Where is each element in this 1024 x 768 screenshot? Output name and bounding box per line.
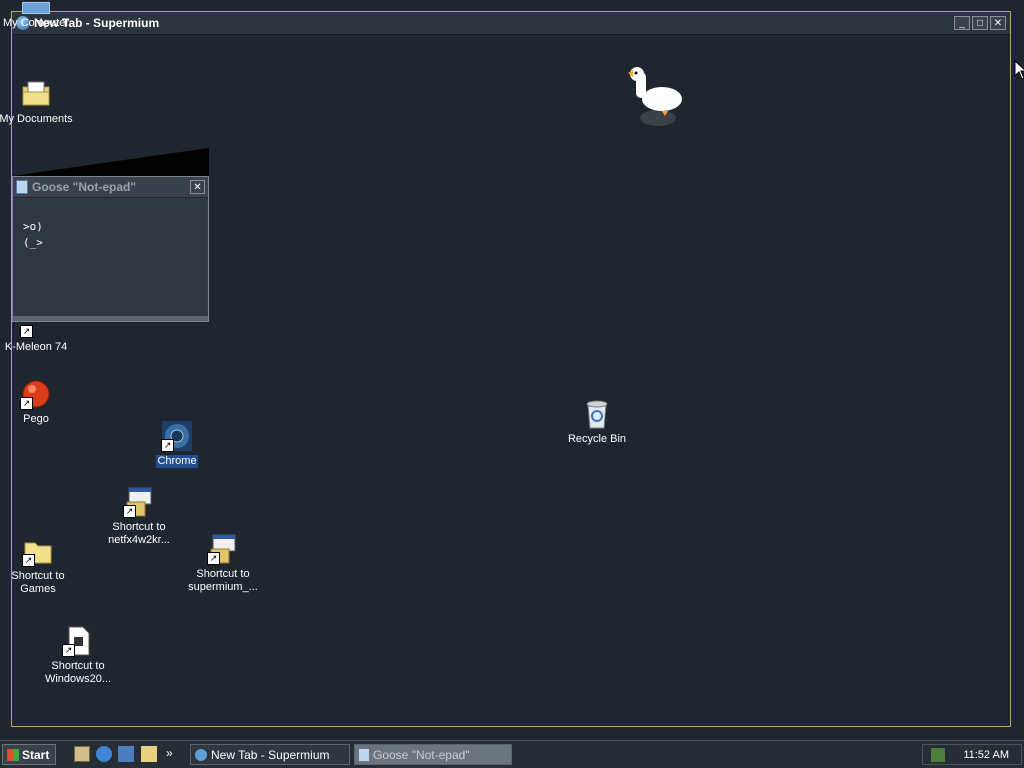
desktop-icon-my-computer[interactable]: My Computer [0,2,76,30]
installer-icon: ↗ [207,533,239,565]
desktop-icon-pego[interactable]: ↗ Pego [0,378,76,426]
quicklaunch-ie-icon[interactable] [96,746,112,762]
quicklaunch-outlook-icon[interactable] [118,746,134,762]
shortcut-arrow-icon: ↗ [123,505,136,518]
notepad-icon [359,748,369,761]
quicklaunch-explorer-icon[interactable] [141,746,157,762]
recycle-bin-icon [581,398,613,430]
document-icon: ↗ [62,625,94,657]
notepad-icon [16,180,28,194]
browser-titlebar[interactable]: New Tab - Supermium _ □ ✕ [12,12,1010,35]
system-tray: 11:52 AM [922,744,1022,765]
tray-app-icon[interactable] [931,747,946,762]
desktop-icon-windows-shortcut[interactable]: ↗ Shortcut to Windows20... [38,625,118,686]
installer-icon: ↗ [123,486,155,518]
quicklaunch-overflow-chevron[interactable]: » [166,746,182,762]
goose-window-status-strip [13,316,208,321]
goose-close-button[interactable]: ✕ [190,180,205,194]
maximize-button[interactable]: □ [972,16,988,30]
clock[interactable]: 11:52 AM [963,749,1009,761]
shortcut-arrow-icon: ↗ [207,552,220,565]
desktop-icon-kmeleon[interactable]: ↗ K-Meleon 74 [0,318,76,354]
desktop-shadow [12,148,209,176]
computer-icon [22,2,50,14]
minimize-button[interactable]: _ [954,16,970,30]
shortcut-arrow-icon: ↗ [161,439,174,452]
folder-icon: ↗ [22,535,54,567]
goose-window-titlebar[interactable]: Goose "Not-epad" ✕ [13,177,208,198]
goose-sprite [624,64,688,128]
taskbar-button-supermium[interactable]: New Tab - Supermium [190,744,350,765]
desktop-icon-recycle-bin[interactable]: Recycle Bin [557,398,637,446]
folder-icon [20,78,52,110]
goose-notepad-window[interactable]: Goose "Not-epad" ✕ >o) (_> [12,176,209,322]
mouse-cursor [1014,59,1024,83]
shortcut-arrow-icon: ↗ [20,325,33,338]
shortcut-arrow-icon: ↗ [20,397,33,410]
pego-icon: ↗ [20,378,52,410]
goose-text-area[interactable]: >o) (_> [15,199,206,315]
close-button[interactable]: ✕ [990,16,1006,30]
window-title: New Tab - Supermium [34,16,160,30]
desktop-icon-supermium-installer[interactable]: ↗ Shortcut to supermium_... [183,533,263,594]
desktop-icon-my-documents[interactable]: My Documents [0,78,76,126]
taskbar-button-goose[interactable]: Goose "Not-epad" [354,744,512,765]
quicklaunch-show-desktop-icon[interactable] [74,746,90,762]
desktop-icon-games[interactable]: ↗ Shortcut to Games [0,535,78,596]
shortcut-arrow-icon: ↗ [22,554,35,567]
desktop-icon-chrome[interactable]: ↗ Chrome [137,420,217,468]
start-button[interactable]: Start [2,744,56,765]
supermium-icon [195,748,207,761]
taskbar: Start » New Tab - Supermium Goose "Not-e… [0,740,1024,768]
windows-logo-icon [7,748,19,761]
chrome-icon: ↗ [161,420,193,452]
desktop-icon-netfx[interactable]: ↗ Shortcut to netfx4w2kr... [99,486,179,547]
shortcut-arrow-icon: ↗ [62,644,75,657]
browser-window[interactable]: New Tab - Supermium _ □ ✕ [11,11,1011,727]
